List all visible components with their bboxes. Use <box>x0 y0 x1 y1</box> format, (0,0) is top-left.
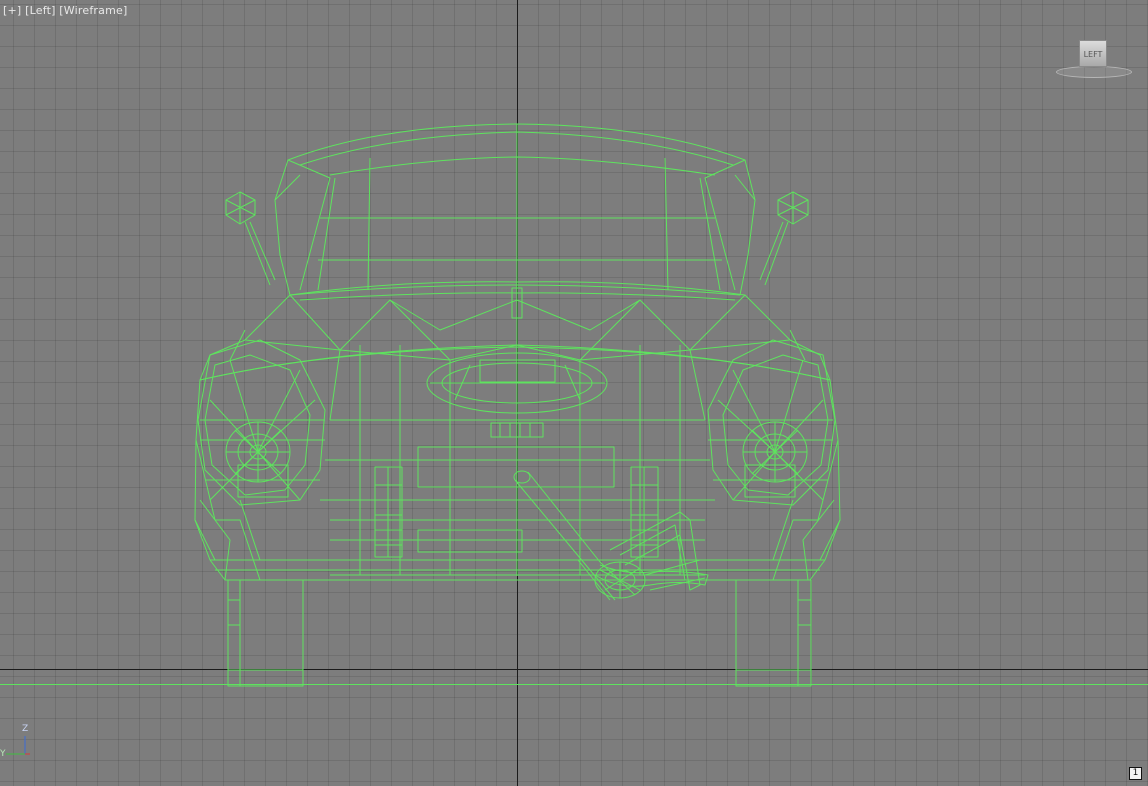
viewcube-icon[interactable]: LEFT <box>1056 38 1132 80</box>
viewport-left-wireframe[interactable]: [+] [Left] [Wireframe] LEFT Z Y 1 <box>0 0 1148 786</box>
roof-side-right <box>704 159 756 291</box>
headlight-right <box>707 339 836 506</box>
roof-side-left <box>274 159 331 291</box>
viewport-view-label[interactable]: [Left] <box>25 4 55 17</box>
axis-label-z: Z <box>22 724 29 734</box>
tyre-right <box>735 579 812 687</box>
viewcube-face[interactable]: LEFT <box>1079 40 1107 67</box>
car-wireframe-model[interactable] <box>0 0 1148 786</box>
viewport-shading-label[interactable]: [Wireframe] <box>59 4 127 17</box>
viewport-label[interactable]: [+] [Left] [Wireframe] <box>3 4 127 17</box>
axis-tripod-icon: Z Y <box>0 722 40 762</box>
windshield <box>317 157 721 291</box>
windshield-top <box>329 156 716 176</box>
fog-block-left <box>374 466 403 558</box>
roof-outline <box>274 123 756 296</box>
tyre-left <box>227 579 304 687</box>
viewport-number-badge: 1 <box>1129 767 1142 780</box>
mirror-right <box>759 191 809 286</box>
headlight-left <box>197 339 326 506</box>
mirror-left <box>225 191 276 286</box>
hood-outline <box>199 281 831 381</box>
windshield-mid <box>318 217 722 261</box>
fog-block-right <box>630 466 659 558</box>
viewport-menu-plus[interactable]: [+] <box>3 4 21 17</box>
axis-label-y: Y <box>0 749 6 759</box>
wiper-arm <box>513 470 709 601</box>
